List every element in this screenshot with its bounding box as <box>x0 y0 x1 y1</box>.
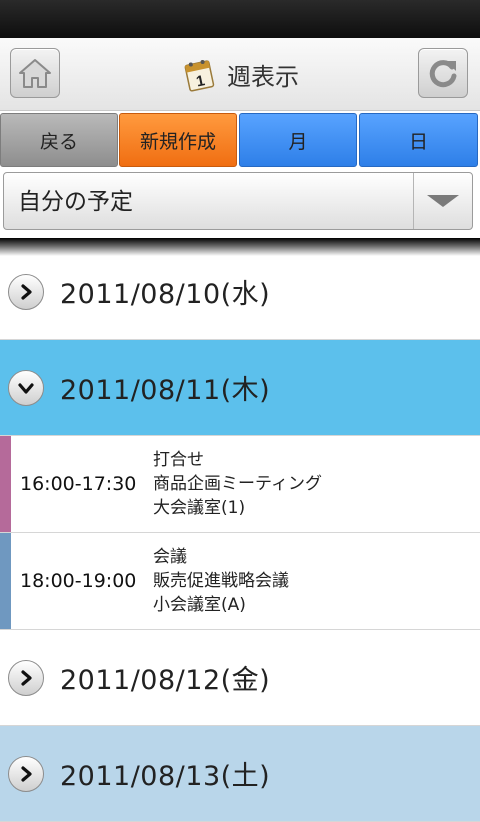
day-view-button[interactable]: 日 <box>359 113 478 167</box>
dropdown-toggle[interactable] <box>413 173 472 229</box>
week-list: 2011/08/10(水) 2011/08/11(木) 16:00-17:30 … <box>0 244 480 822</box>
date-row-0810[interactable]: 2011/08/10(水) <box>0 244 480 340</box>
event-type: 打合せ <box>153 450 204 470</box>
refresh-icon <box>429 60 457 88</box>
new-event-button[interactable]: 新規作成 <box>119 113 237 167</box>
calendar-select-value: 自分の予定 <box>18 189 133 215</box>
event-title: 商品企画ミーティング <box>153 474 322 494</box>
chevron-right-icon <box>8 755 44 792</box>
chevron-down-icon <box>427 195 459 207</box>
date-row-0811[interactable]: 2011/08/11(木) <box>0 340 480 436</box>
event-item[interactable]: 16:00-17:30 打合せ 商品企画ミーティング 大会議室(1) <box>0 436 480 533</box>
date-label: 2011/08/11(木) <box>60 375 271 406</box>
chevron-right-icon <box>8 273 44 310</box>
month-view-button[interactable]: 月 <box>239 113 357 167</box>
event-item[interactable]: 18:00-19:00 会議 販売促進戦略会議 小会議室(A) <box>0 533 480 630</box>
event-place: 大会議室(1) <box>153 498 246 518</box>
event-time: 18:00-19:00 <box>20 570 137 592</box>
date-row-0812[interactable]: 2011/08/12(金) <box>0 630 480 726</box>
title-bar: 1 週表示 <box>0 38 480 111</box>
page-title: 週表示 <box>227 62 299 91</box>
calendar-icon: 1 <box>184 59 215 92</box>
status-bar <box>0 0 480 38</box>
chevron-down-icon <box>8 369 44 406</box>
event-color-bar <box>0 436 11 532</box>
date-label: 2011/08/12(金) <box>60 665 271 696</box>
event-color-bar <box>0 533 11 629</box>
event-type: 会議 <box>153 547 187 567</box>
refresh-button[interactable] <box>418 48 468 98</box>
event-title: 販売促進戦略会議 <box>153 571 289 591</box>
action-button-row: 戻る 新規作成 月 日 <box>0 111 480 167</box>
date-row-0813[interactable]: 2011/08/13(土) <box>0 726 480 822</box>
event-place: 小会議室(A) <box>153 595 246 615</box>
date-label: 2011/08/10(水) <box>60 279 271 310</box>
event-time: 16:00-17:30 <box>20 473 137 495</box>
chevron-right-icon <box>8 659 44 696</box>
date-label: 2011/08/13(土) <box>60 761 271 792</box>
back-button[interactable]: 戻る <box>0 113 118 167</box>
calendar-select[interactable]: 自分の予定 <box>3 172 473 230</box>
